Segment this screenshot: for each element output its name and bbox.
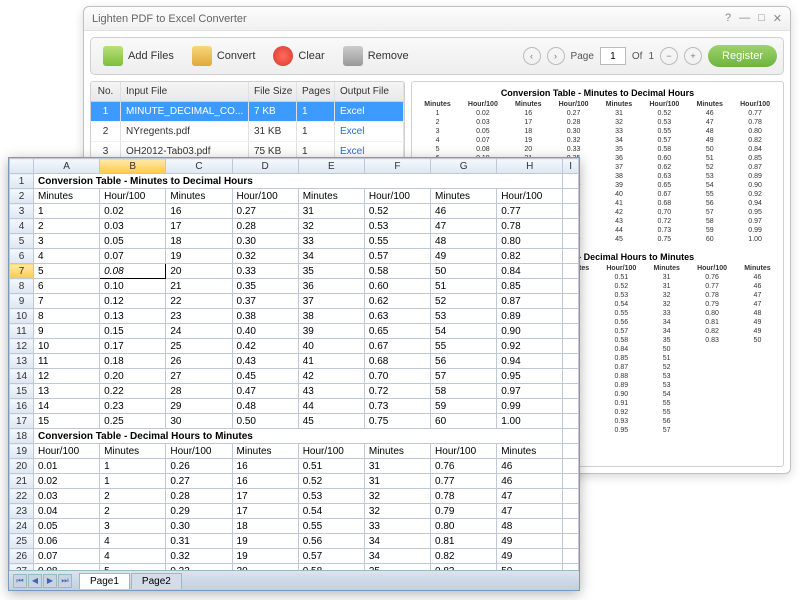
page-input[interactable]	[600, 47, 626, 65]
zoom-in-button[interactable]: +	[684, 47, 702, 65]
add-files-button[interactable]: Add Files	[97, 43, 180, 69]
file-row[interactable]: 1MINUTE_DECIMAL_CO...7 KB1Excel	[91, 102, 404, 122]
register-button[interactable]: Register	[708, 45, 777, 67]
file-list-header: No. Input File File Size Pages Output Fi…	[91, 82, 404, 102]
page-label: Page	[571, 51, 594, 62]
sheet-last-icon[interactable]: ⏭	[58, 574, 72, 588]
tab-page2[interactable]: Page2	[131, 573, 182, 589]
tab-page1[interactable]: Page1	[79, 573, 130, 589]
close-icon[interactable]: ✕	[773, 12, 782, 25]
clear-icon	[273, 46, 293, 66]
file-row[interactable]: 2NYregents.pdf31 KB1Excel	[91, 122, 404, 142]
convert-button[interactable]: Convert	[186, 43, 262, 69]
remove-icon	[343, 46, 363, 66]
maximize-icon[interactable]: □	[758, 12, 765, 25]
page-total: 1	[648, 51, 654, 62]
zoom-out-button[interactable]: −	[660, 47, 678, 65]
convert-icon	[192, 46, 212, 66]
excel-window: ABCDEFGHI1Conversion Table - Minutes to …	[8, 157, 580, 591]
app-title: Lighten PDF to Excel Converter	[92, 13, 247, 25]
titlebar: Lighten PDF to Excel Converter ? — □ ✕	[84, 7, 790, 31]
sheet-next-icon[interactable]: ▶	[43, 574, 57, 588]
sheet-tabs: ⏮ ◀ ▶ ⏭ Page1 Page2	[9, 570, 579, 590]
minimize-icon[interactable]: —	[739, 12, 750, 25]
page-prev-button[interactable]: ‹	[523, 47, 541, 65]
sheet-prev-icon[interactable]: ◀	[28, 574, 42, 588]
preview-title-1: Conversion Table - Minutes to Decimal Ho…	[416, 86, 779, 100]
spreadsheet-grid[interactable]: ABCDEFGHI1Conversion Table - Minutes to …	[9, 158, 579, 570]
page-next-button[interactable]: ›	[547, 47, 565, 65]
remove-button[interactable]: Remove	[337, 43, 415, 69]
toolbar: Add Files Convert Clear Remove ‹ › Page …	[90, 37, 784, 75]
help-icon[interactable]: ?	[725, 12, 731, 25]
of-label: Of	[632, 51, 643, 62]
clear-button[interactable]: Clear	[267, 43, 330, 69]
add-icon	[103, 46, 123, 66]
sheet-first-icon[interactable]: ⏮	[13, 574, 27, 588]
